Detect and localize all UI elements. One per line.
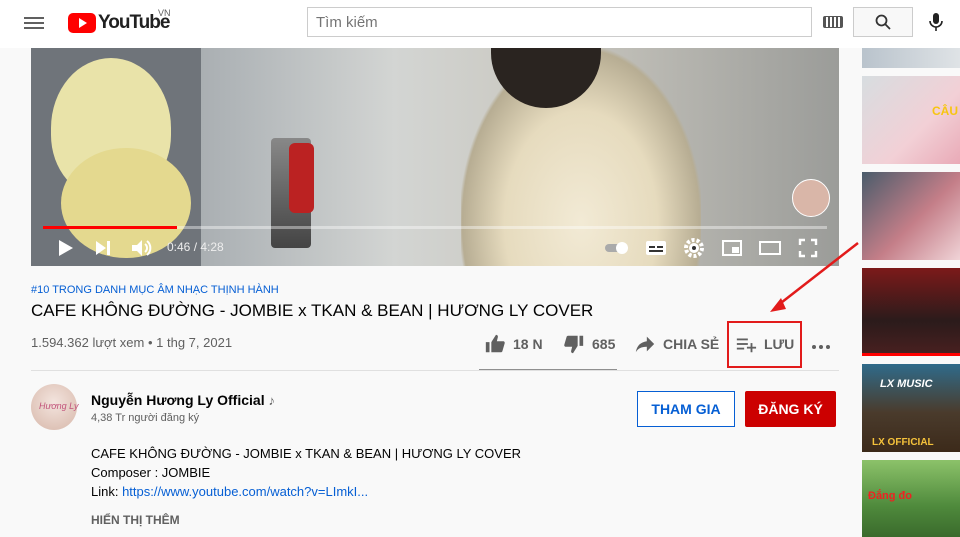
keyboard-icon[interactable]: [823, 16, 843, 28]
share-label: CHIA SẺ: [663, 336, 720, 352]
show-more-button[interactable]: HIỂN THỊ THÊM: [91, 513, 180, 527]
video-frame-microphone: [289, 143, 314, 213]
thumbnail-text: LX OFFICIAL: [872, 437, 934, 448]
next-icon[interactable]: [91, 236, 115, 260]
channel-name-text: Nguyễn Hương Ly Official: [91, 392, 265, 408]
like-button[interactable]: 18 N: [484, 330, 543, 358]
section-divider: [31, 370, 839, 371]
like-count: 18 N: [513, 336, 543, 352]
microphone-icon[interactable]: [928, 12, 944, 32]
search-icon: [875, 14, 891, 30]
trending-hashtag-link[interactable]: #10 TRONG DANH MỤC ÂM NHẠC THỊNH HÀNH: [31, 284, 279, 296]
play-icon[interactable]: [53, 236, 77, 260]
music-note-icon: ♪: [268, 393, 275, 408]
country-code: VN: [158, 8, 171, 18]
thumbnail-text: LX MUSIC: [880, 378, 933, 390]
recommended-videos: CÂU LX MUSIC LX OFFICIAL Đắng đo: [862, 48, 960, 537]
channel-name[interactable]: Nguyễn Hương Ly Official ♪: [91, 392, 275, 408]
share-button[interactable]: CHIA SẺ: [634, 330, 719, 358]
player-controls: 0:46 / 4:28: [31, 230, 839, 266]
duration: 4:28: [200, 240, 224, 254]
subtitles-icon[interactable]: [644, 236, 668, 260]
view-count: 1.594.362 lượt xem: [31, 335, 145, 350]
miniplayer-icon[interactable]: [720, 236, 744, 260]
description-link-line: Link: https://www.youtube.com/watch?v=LI…: [91, 484, 368, 499]
recommended-thumbnail[interactable]: [862, 48, 960, 68]
search-box[interactable]: [307, 7, 812, 37]
thumbs-down-icon: [564, 335, 584, 354]
description-line: Composer : JOMBIE: [91, 465, 211, 480]
search-input[interactable]: [314, 8, 798, 36]
video-meta: 1.594.362 lượt xem • 1 thg 7, 2021: [31, 335, 232, 350]
progress-bar-fill: [43, 226, 178, 229]
share-icon: [635, 336, 655, 353]
meta-separator: •: [147, 335, 153, 350]
dislike-count: 685: [592, 336, 616, 352]
recommended-thumbnail[interactable]: [862, 172, 960, 260]
theater-mode-icon[interactable]: [758, 236, 782, 260]
avatar-logo-text: Hương Ly: [39, 401, 79, 411]
autoplay-toggle-icon[interactable]: [603, 236, 631, 260]
more-actions-icon[interactable]: [812, 344, 830, 350]
subscriber-count: 4,38 Tr người đăng ký: [91, 412, 200, 424]
current-time: 0:46: [167, 240, 191, 254]
thumbnail-text: Đắng đo: [868, 490, 912, 502]
thumbnail-text: CÂU: [932, 104, 958, 118]
thumbnail-progress: [862, 353, 960, 356]
progress-bar[interactable]: [43, 226, 827, 229]
join-button[interactable]: THAM GIA: [637, 391, 735, 427]
settings-gear-icon[interactable]: [682, 236, 706, 260]
recommended-thumbnail[interactable]: CÂU: [862, 76, 960, 164]
top-bar: YouTube VN: [0, 0, 960, 48]
description-link[interactable]: https://www.youtube.com/watch?v=LImkI...: [122, 484, 368, 499]
hamburger-menu-icon[interactable]: [24, 14, 44, 34]
video-title: CAFE KHÔNG ĐƯỜNG - JOMBIE x TKAN & BEAN …: [31, 301, 594, 320]
video-player[interactable]: 0:46 / 4:28: [31, 48, 839, 266]
dislike-button[interactable]: 685: [563, 330, 615, 358]
fullscreen-icon[interactable]: [796, 236, 820, 260]
recommended-thumbnail[interactable]: [862, 268, 960, 356]
link-prefix: Link:: [91, 484, 123, 499]
search-button[interactable]: [853, 7, 913, 37]
description-line: CAFE KHÔNG ĐƯỜNG - JOMBIE x TKAN & BEAN …: [91, 446, 521, 461]
thumbs-up-icon: [485, 334, 505, 353]
volume-icon[interactable]: [129, 236, 153, 260]
time-display: 0:46 / 4:28: [167, 240, 224, 254]
channel-watermark[interactable]: [792, 179, 830, 217]
play-logo-icon: [68, 13, 96, 33]
youtube-logo[interactable]: YouTube: [68, 12, 170, 34]
recommended-thumbnail[interactable]: LX MUSIC LX OFFICIAL: [862, 364, 960, 452]
upload-date: 1 thg 7, 2021: [156, 335, 233, 350]
recommended-thumbnail[interactable]: Đắng đo: [862, 460, 960, 537]
annotation-highlight-box: [727, 321, 802, 368]
subscribe-button[interactable]: ĐĂNG KÝ: [745, 391, 836, 427]
